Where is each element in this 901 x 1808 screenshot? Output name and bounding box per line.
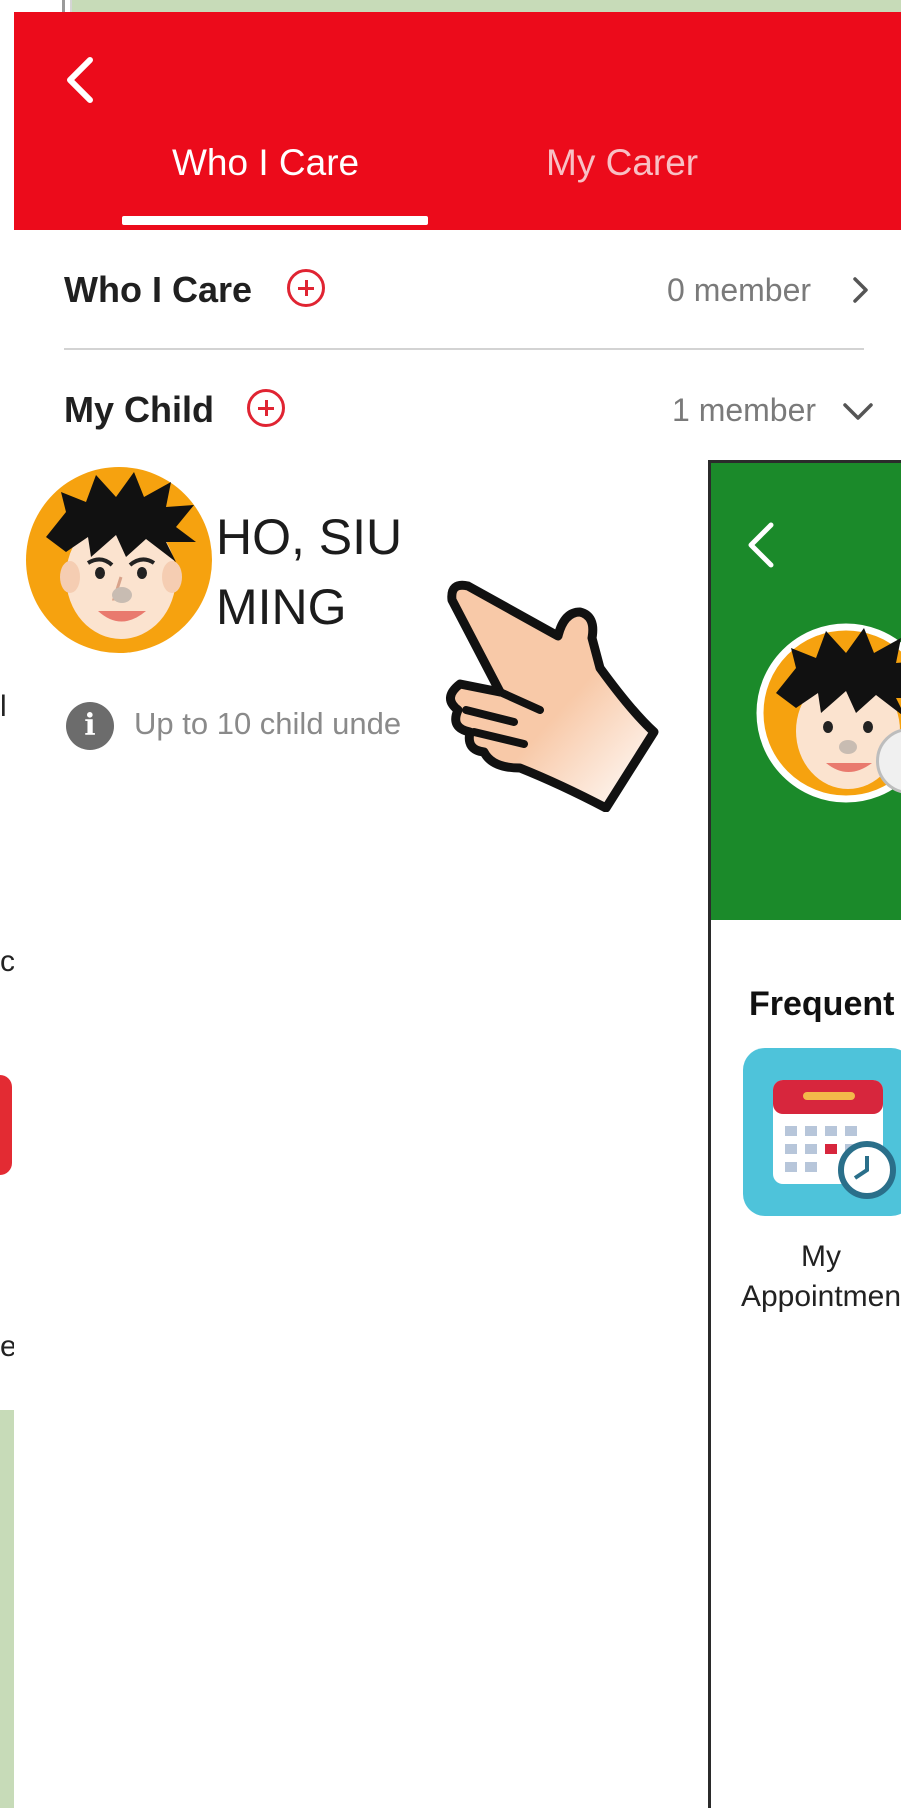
background-text: c xyxy=(0,945,15,978)
who-i-care-screen: Who I Care My Carer Who I Care 0 member … xyxy=(14,12,901,1808)
child-profile-preview: Frequent My Appointmen xyxy=(708,460,901,1808)
section-title: Who I Care xyxy=(64,269,253,310)
add-who-i-care-icon[interactable] xyxy=(287,269,325,307)
tab-who-i-care[interactable]: Who I Care xyxy=(172,142,359,184)
appointment-shortcut[interactable] xyxy=(743,1048,901,1216)
background-text: l xyxy=(0,690,7,723)
member-count: 0 member xyxy=(667,272,812,308)
pointing-hand-icon xyxy=(446,580,659,812)
background-red-button xyxy=(0,1075,12,1175)
tab-my-carer[interactable]: My Carer xyxy=(546,142,698,184)
appointment-shortcut-label: My Appointmen xyxy=(740,1240,901,1313)
info-icon: i xyxy=(66,702,114,750)
frequent-section-title: Frequent xyxy=(749,985,895,1023)
back-arrow-icon[interactable] xyxy=(741,517,781,573)
member-count: 1 member xyxy=(672,392,817,428)
chevron-right-icon[interactable] xyxy=(847,275,873,305)
active-tab-indicator xyxy=(122,216,428,225)
header-bar: Who I Care My Carer xyxy=(14,12,901,230)
section-my-child[interactable]: My Child 1 member xyxy=(64,370,878,450)
back-arrow-icon[interactable] xyxy=(56,50,106,110)
chevron-down-icon[interactable] xyxy=(841,395,875,425)
child-limit-note: Up to 10 child unde xyxy=(134,706,402,741)
section-divider xyxy=(64,348,864,350)
child-avatar[interactable] xyxy=(26,467,212,653)
section-title: My Child xyxy=(64,389,214,430)
child-name[interactable]: HO, SIU MING xyxy=(216,502,436,642)
add-child-icon[interactable] xyxy=(247,389,285,427)
profile-header xyxy=(711,463,901,920)
calendar-icon xyxy=(773,1080,896,1199)
section-who-i-care[interactable]: Who I Care 0 member xyxy=(64,250,878,330)
